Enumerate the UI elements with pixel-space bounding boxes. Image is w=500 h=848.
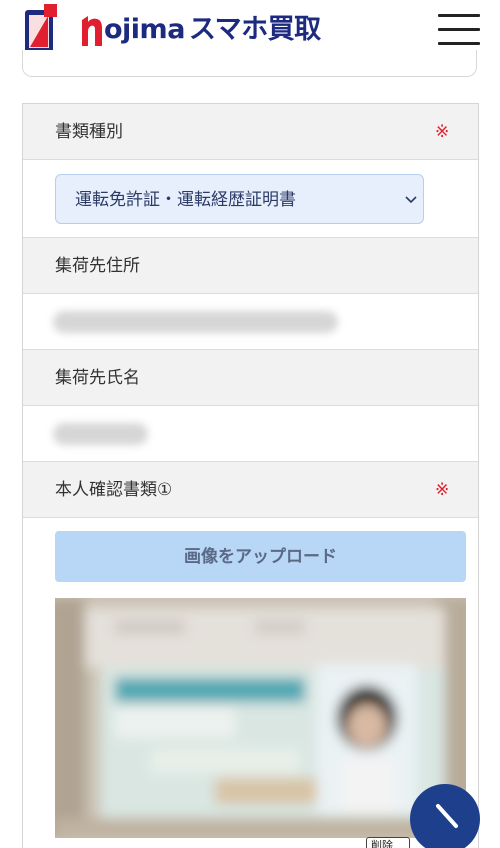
required-mark: ※ [435, 480, 450, 500]
arrow-icon [436, 804, 458, 828]
upload-image-label: 画像をアップロード [184, 547, 337, 567]
brand-name: ojima [104, 14, 185, 45]
document-type-selected-value: 運転免許証・運転経歴証明書 [75, 190, 296, 210]
brand-logo-text[interactable]: ojima スマホ買取 [104, 12, 321, 48]
pickup-address-label: 集荷先住所 [55, 256, 140, 276]
delete-image-label: 削除 [371, 839, 393, 848]
application-form-card: 書類種別 ※ 運転免許証・運転経歴証明書 集荷先住所 集荷先氏名 本人確認書類①… [22, 103, 479, 848]
document-type-select[interactable]: 運転免許証・運転経歴証明書 [55, 174, 424, 224]
upload-image-button[interactable]: 画像をアップロード [55, 531, 466, 582]
redacted-name-value [53, 423, 148, 445]
pickup-name-label: 集荷先氏名 [55, 368, 140, 388]
redacted-address-value [53, 311, 338, 333]
pickup-address-header: 集荷先住所 [23, 238, 478, 294]
delete-image-button[interactable]: 削除 [366, 837, 410, 848]
floating-action-button[interactable] [410, 784, 480, 848]
pickup-address-body [23, 294, 478, 350]
hamburger-menu-icon [438, 14, 480, 17]
uploaded-license-preview [55, 598, 466, 838]
chevron-down-icon [405, 196, 417, 204]
smartphone-logo-icon[interactable] [24, 4, 58, 56]
identity-document-label: 本人確認書類① [55, 480, 173, 500]
service-name: スマホ買取 [188, 14, 321, 45]
pickup-name-header: 集荷先氏名 [23, 350, 478, 406]
brand-n-mark [82, 16, 102, 46]
identity-document-header: 本人確認書類① ※ [23, 462, 478, 518]
hamburger-menu-button[interactable] [438, 14, 480, 46]
required-mark: ※ [435, 122, 450, 142]
document-type-label: 書類種別 [55, 122, 123, 142]
pickup-name-body [23, 406, 478, 462]
blurred-license-image [55, 598, 466, 838]
previous-card-edge [22, 50, 477, 77]
document-type-body: 運転免許証・運転経歴証明書 [23, 160, 478, 238]
document-type-header: 書類種別 ※ [23, 104, 478, 160]
